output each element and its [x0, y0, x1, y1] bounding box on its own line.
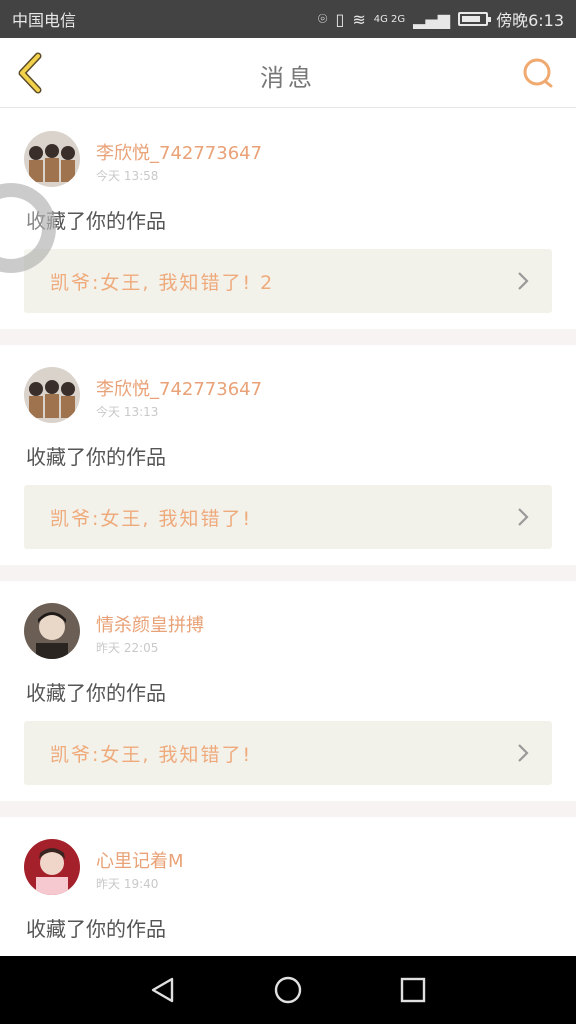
clock-label: 傍晚6:13: [496, 11, 564, 30]
username[interactable]: 李欣悦_742773647: [96, 375, 262, 401]
timestamp: 今天 13:13: [96, 405, 159, 419]
message-list: 李欣悦_742773647 今天 13:58 收藏了你的作品 凯爷:女王, 我知…: [0, 109, 576, 957]
home-circle-icon[interactable]: [273, 975, 303, 1005]
recents-square-icon[interactable]: [398, 975, 428, 1005]
work-title: 凯爷:女王, 我知错了!: [50, 743, 253, 766]
vibrate-icon: ▯: [335, 9, 345, 29]
avatar[interactable]: [24, 839, 80, 895]
message-card: 情杀颜皇拼搏 昨天 22:05 收藏了你的作品 凯爷:女王, 我知错了!: [0, 565, 576, 801]
message-card: 李欣悦_742773647 今天 13:13 收藏了你的作品 凯爷:女王, 我知…: [0, 329, 576, 565]
action-text: 收藏了你的作品: [26, 445, 166, 469]
search-icon: [523, 58, 553, 88]
battery-icon: [458, 12, 492, 26]
header: 消息: [0, 38, 576, 108]
timestamp: 昨天 22:05: [96, 641, 159, 655]
status-bar: 中国电信 ⌾ ▯ ≋ 4G 2G ▂▄▆ 傍晚6:13: [0, 0, 576, 38]
work-link[interactable]: 凯爷:女王, 我知错了!: [24, 721, 552, 785]
chevron-right-icon: [518, 508, 529, 526]
avatar[interactable]: [24, 131, 80, 187]
username[interactable]: 李欣悦_742773647: [96, 139, 262, 165]
work-title: 凯爷:女王, 我知错了! 2: [50, 271, 275, 294]
status-icons: ⌾ ▯ ≋ 4G 2G ▂▄▆ 傍晚6:13: [318, 7, 564, 31]
work-title: 凯爷:女王, 我知错了!: [50, 507, 253, 530]
username[interactable]: 情杀颜皇拼搏: [96, 611, 204, 637]
carrier-label: 中国电信: [12, 11, 77, 30]
location-icon: ⌾: [317, 9, 328, 28]
message-card: 心里记着M 昨天 19:40 收藏了你的作品: [0, 801, 576, 957]
message-card: 李欣悦_742773647 今天 13:58 收藏了你的作品 凯爷:女王, 我知…: [0, 109, 576, 329]
wifi-icon: ≋: [352, 9, 366, 29]
page-title: 消息: [260, 64, 316, 92]
action-text: 收藏了你的作品: [26, 681, 166, 705]
work-link[interactable]: 凯爷:女王, 我知错了! 2: [24, 249, 552, 313]
action-text: 收藏了你的作品: [26, 917, 166, 941]
chevron-right-icon: [518, 744, 529, 762]
avatar[interactable]: [24, 603, 80, 659]
back-triangle-icon[interactable]: [148, 975, 178, 1005]
signal-icon: ▂▄▆: [413, 9, 451, 29]
navigation-bar: [0, 956, 576, 1024]
timestamp: 今天 13:58: [96, 169, 159, 183]
work-link[interactable]: 凯爷:女王, 我知错了!: [24, 485, 552, 549]
avatar[interactable]: [24, 367, 80, 423]
chevron-right-icon: [518, 272, 529, 290]
search-button[interactable]: [520, 56, 556, 92]
screen: 中国电信 ⌾ ▯ ≋ 4G 2G ▂▄▆ 傍晚6:13 消息 李欣悦_74277…: [0, 0, 576, 1024]
username[interactable]: 心里记着M: [96, 847, 184, 873]
timestamp: 昨天 19:40: [96, 877, 159, 891]
action-text: 收藏了你的作品: [26, 209, 166, 233]
network-label: 4G 2G: [373, 13, 406, 25]
